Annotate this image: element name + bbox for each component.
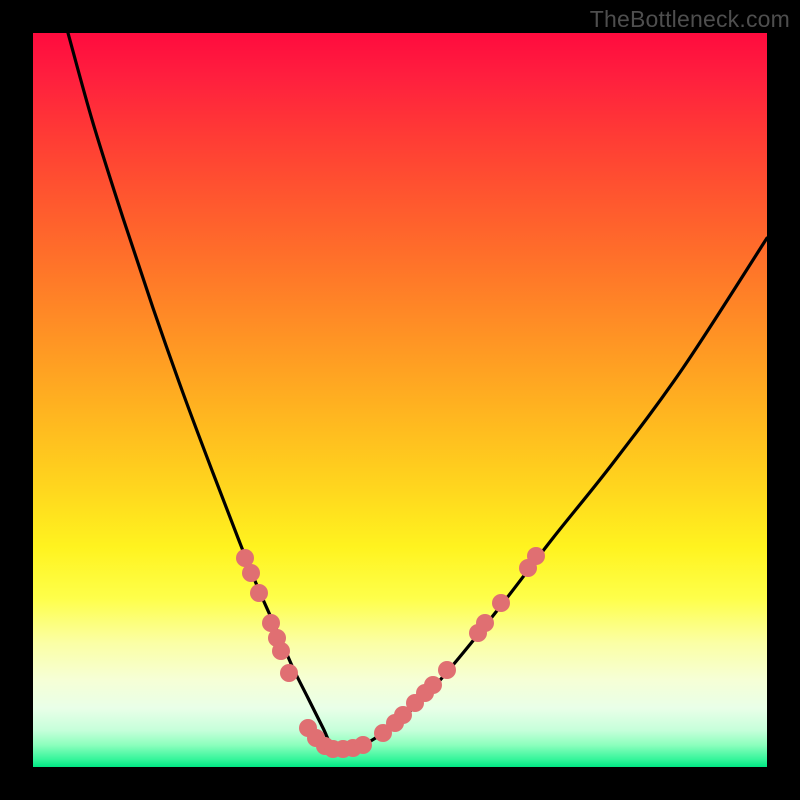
highlight-dot: [272, 642, 290, 660]
chart-frame: TheBottleneck.com: [0, 0, 800, 800]
highlight-dots-group: [236, 547, 545, 758]
highlight-dot: [438, 661, 456, 679]
highlight-dot: [242, 564, 260, 582]
highlight-dot: [354, 736, 372, 754]
highlight-dot: [527, 547, 545, 565]
highlight-dot: [280, 664, 298, 682]
highlight-dot: [492, 594, 510, 612]
bottleneck-curve: [68, 33, 767, 749]
highlight-dot: [424, 676, 442, 694]
watermark-text: TheBottleneck.com: [590, 6, 790, 33]
chart-svg: [33, 33, 767, 767]
chart-plot-area: [33, 33, 767, 767]
highlight-dot: [250, 584, 268, 602]
highlight-dot: [476, 614, 494, 632]
